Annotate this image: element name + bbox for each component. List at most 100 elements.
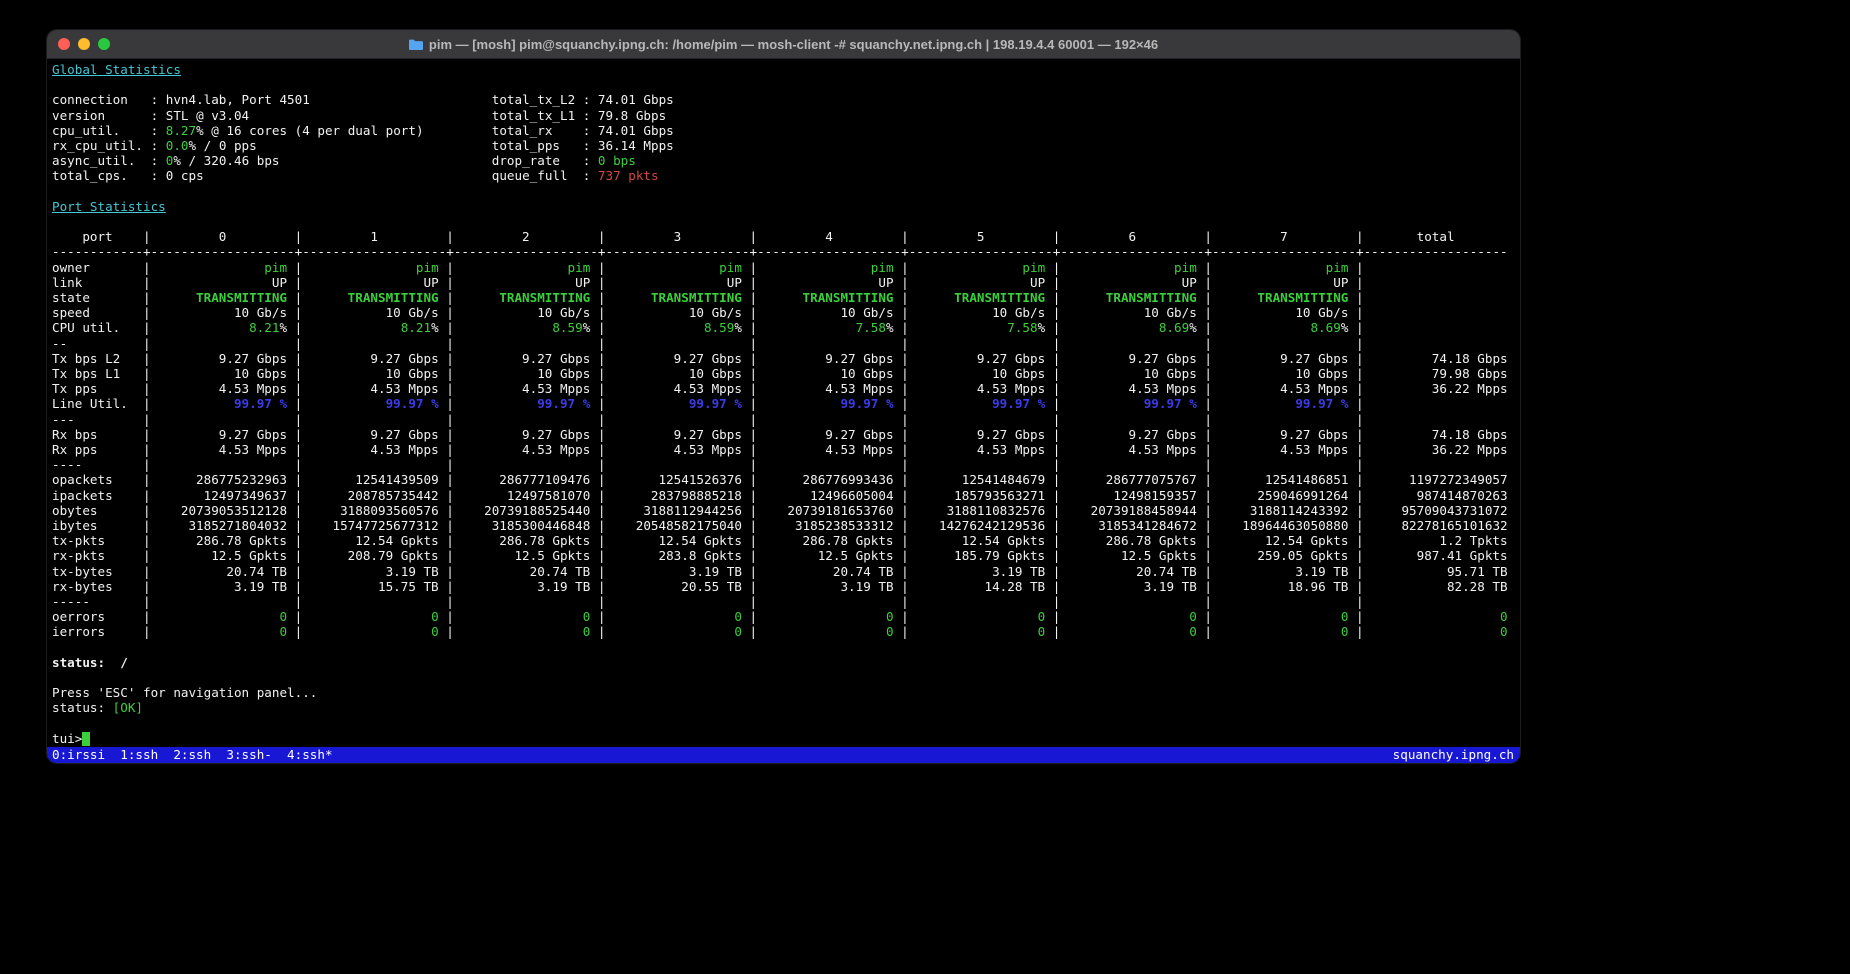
table-row-obytes: obytes|20739053512128|3188093560576|2073… [52,503,1515,518]
port-table-separator: ------------+-------------------+-------… [52,244,1515,259]
table-row-rx-bytes: rx-bytes|3.19 TB|15.75 TB|3.19 TB|20.55 … [52,579,1515,594]
table-row-oerrors: oerrors|0|0|0|0|0|0|0|0|0 [52,609,1515,624]
table-cell: 10 Gb/s [1060,305,1204,320]
stat-total-pps: total_pps: 36.14 Mpps [492,138,674,153]
table-row-owner: owner|pim|pim|pim|pim|pim|pim|pim|pim| [52,260,1515,275]
table-cell-total: 987414870263 [1364,488,1508,503]
terminal[interactable]: Global Statistics connection: hvn4.lab, … [47,59,1520,763]
table-cell: 12.5 Gpkts [757,548,901,563]
row-label: speed [52,305,143,320]
port-stats-title: Port Statistics [52,199,1515,214]
table-cell: 20548582175040 [605,518,749,533]
table-cell: 0 [302,609,446,624]
table-cell: pim [1212,260,1356,275]
table-cell-total: 95709043731072 [1364,503,1508,518]
table-cell: 4.53 Mpps [1212,442,1356,457]
table-cell: 7.58% [757,320,901,335]
table-cell: TRANSMITTING [605,290,749,305]
table-row-rx-pkts: rx-pkts|12.5 Gpkts|208.79 Gpkts|12.5 Gpk… [52,548,1515,563]
table-cell: 3.19 TB [909,564,1053,579]
table-cell: 10 Gbps [757,366,901,381]
table-cell: 12496605004 [757,488,901,503]
row-label: tx-bytes [52,564,143,579]
row-label: ----- [52,594,143,609]
table-cell: 0 [1060,609,1204,624]
table-cell: 0 [605,624,749,639]
table-cell: 20.74 TB [1060,564,1204,579]
table-cell: 208785735442 [302,488,446,503]
table-cell: 3.19 TB [1212,564,1356,579]
table-cell: 20739188458944 [1060,503,1204,518]
table-cell: 12.5 Gpkts [151,548,295,563]
table-cell: UP [454,275,598,290]
table-cell: 9.27 Gbps [1060,351,1204,366]
table-cell: 0 [909,624,1053,639]
table-cell: 12.5 Gpkts [454,548,598,563]
table-cell: 3188093560576 [302,503,446,518]
row-label: rx-pkts [52,548,143,563]
port-statistics-table: port|0|1|2|3|4|5|6|7|total------------+-… [52,229,1515,639]
table-cell: 10 Gb/s [302,305,446,320]
table-cell: 8.69% [1060,320,1204,335]
table-cell: 20.74 TB [454,564,598,579]
table-cell: 3188114243392 [1212,503,1356,518]
table-cell: 4.53 Mpps [757,381,901,396]
table-cell: TRANSMITTING [909,290,1053,305]
table-cell: 286.78 Gpkts [151,533,295,548]
close-button[interactable] [58,38,70,50]
table-cell: 4.53 Mpps [302,442,446,457]
zoom-button[interactable] [98,38,110,50]
table-cell: TRANSMITTING [302,290,446,305]
table-cell: 283.8 Gpkts [605,548,749,563]
row-label: owner [52,260,143,275]
stat-total-tx-l2: total_tx_L2: 74.01 Gbps [492,92,674,107]
table-cell: 283798885218 [605,488,749,503]
table-cell: 3.19 TB [302,564,446,579]
statusbar-window-item: 2:ssh [173,747,211,762]
table-cell-total: 74.18 Gbps [1364,427,1508,442]
table-cell: TRANSMITTING [757,290,901,305]
table-cell: 4.53 Mpps [454,381,598,396]
column-header: 3 [605,229,749,244]
prompt-cursor [82,732,90,746]
table-cell: 8.59% [454,320,598,335]
table-cell: 4.53 Mpps [605,381,749,396]
table-cell: 12541439509 [302,472,446,487]
table-cell: 9.27 Gbps [1060,427,1204,442]
column-header: 7 [1212,229,1356,244]
table-cell: 99.97 % [302,396,446,411]
table-cell: 10 Gb/s [757,305,901,320]
table-cell: 3.19 TB [605,564,749,579]
table-cell: 3185300446848 [454,518,598,533]
table-row-ipackets: ipackets|12497349637|208785735442|124975… [52,488,1515,503]
table-cell: 18964463050880 [1212,518,1356,533]
window-controls [58,38,110,50]
table-row-ierrors: ierrors|0|0|0|0|0|0|0|0|0 [52,624,1515,639]
global-stats-title: Global Statistics [52,62,1515,77]
table-cell: pim [151,260,295,275]
minimize-button[interactable] [78,38,90,50]
row-label: Rx bps [52,427,143,442]
table-cell: 10 Gbps [605,366,749,381]
stats-row-4: rx_cpu_util.: 0.0% / 0 ppstotal_pps: 36.… [52,138,1515,153]
table-cell: 12.54 Gpkts [1212,533,1356,548]
table-cell: 0 [1060,624,1204,639]
table-cell: 4.53 Mpps [1060,442,1204,457]
table-cell: 99.97 % [1212,396,1356,411]
prompt-line[interactable]: tui> [52,731,1515,746]
status-spinner: / [120,655,128,670]
table-cell: 12498159357 [1060,488,1204,503]
table-cell: 9.27 Gbps [302,427,446,442]
stats-row-5: async_util.: 0% / 320.46 bpsdrop_rate: 0… [52,153,1515,168]
table-cell: 9.27 Gbps [151,427,295,442]
table-cell: 20.74 TB [151,564,295,579]
table-cell: 9.27 Gbps [605,427,749,442]
port-table-header: port|0|1|2|3|4|5|6|7|total [52,229,1515,244]
table-cell: 286777075767 [1060,472,1204,487]
table-cell: 0 [909,609,1053,624]
table-cell: UP [1212,275,1356,290]
table-row-section-separator: --||||||||| [52,336,1515,351]
table-cell: 4.53 Mpps [909,381,1053,396]
row-label: ibytes [52,518,143,533]
table-cell: 10 Gb/s [1212,305,1356,320]
